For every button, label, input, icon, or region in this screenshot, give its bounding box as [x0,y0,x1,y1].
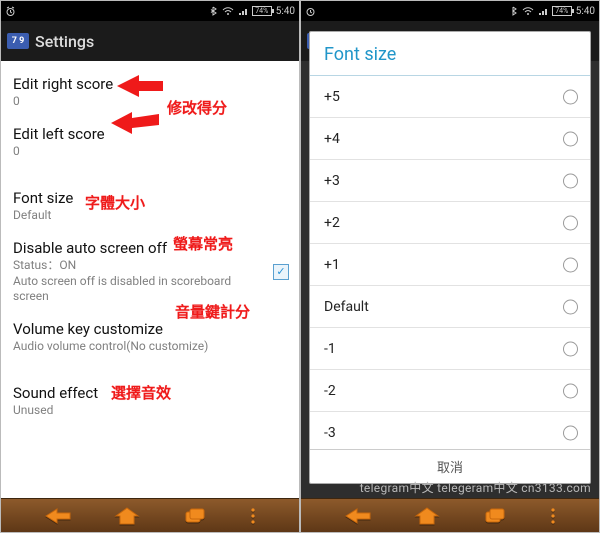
setting-label: Sound effect [13,384,287,402]
bottom-nav [1,498,299,532]
radio-icon[interactable] [563,383,578,398]
edit-right-score-item[interactable]: Edit right score 0 [1,67,299,117]
option-label: +2 [324,215,340,231]
option-label: -2 [324,383,336,399]
wifi-icon [222,6,234,16]
radio-icon[interactable] [563,257,578,272]
option-label: -3 [324,425,336,441]
setting-desc: Auto screen off is disabled in scoreboar… [13,274,265,304]
radio-icon[interactable] [563,131,578,146]
options-list: +5 +4 +3 +2 +1 Default -1 -2 -3 [310,76,590,449]
radio-icon[interactable] [563,215,578,230]
status-bar: 74% 5:40 [301,1,599,21]
font-size-dialog: Font size +5 +4 +3 +2 +1 Default -1 -2 -3 取消 [309,31,591,484]
font-size-option[interactable]: -3 [310,412,590,449]
radio-icon[interactable] [563,89,578,104]
setting-value: 0 [13,94,287,109]
radio-icon[interactable] [563,299,578,314]
settings-list: Edit right score 0 Edit left score 0 Fon… [1,61,299,498]
cancel-button[interactable]: 取消 [310,449,590,483]
font-size-option[interactable]: Default [310,286,590,328]
setting-label: Disable auto screen off [13,239,265,257]
alarm-icon [305,6,316,17]
bluetooth-icon [210,6,218,17]
alarm-icon [5,6,16,17]
setting-label: Volume key customize [13,320,287,338]
screen-right-fontsize-dialog: 74% 5:40 7 9 Font size +5+4+3+2+1Default… [300,0,600,533]
option-label: +1 [324,257,340,273]
recent-button[interactable] [182,506,208,526]
recent-button[interactable] [482,506,508,526]
edit-left-score-item[interactable]: Edit left score 0 [1,117,299,167]
option-label: +4 [324,131,340,147]
signal-icon [538,6,548,16]
signal-icon [238,6,248,16]
setting-status: Status：ON [13,258,265,273]
menu-button[interactable] [249,506,257,526]
setting-value: Default [13,208,287,223]
volume-key-customize-item[interactable]: Volume key customize Audio volume contro… [1,312,299,362]
disable-auto-screen-off-item[interactable]: Disable auto screen off Status：ON Auto s… [1,231,299,312]
home-button[interactable] [414,506,440,526]
battery-indicator: 74% [252,6,272,16]
clock-text: 5:40 [276,6,295,17]
bluetooth-icon [510,6,518,17]
checkbox-icon[interactable] [273,264,289,280]
font-size-option[interactable]: -1 [310,328,590,370]
option-label: +3 [324,173,340,189]
font-size-option[interactable]: +2 [310,202,590,244]
radio-icon[interactable] [563,173,578,188]
option-label: +5 [324,89,340,105]
font-size-option[interactable]: +3 [310,160,590,202]
screen-left-settings: 74% 5:40 7 9 Settings Edit right score 0… [0,0,300,533]
app-bar: 7 9 Settings [1,21,299,61]
font-size-item[interactable]: Font size Default [1,167,299,231]
setting-value: Unused [13,403,287,418]
radio-icon[interactable] [563,425,578,440]
font-size-option[interactable]: -2 [310,370,590,412]
setting-label: Font size [13,189,287,207]
bottom-nav [301,498,599,532]
sound-effect-item[interactable]: Sound effect Unused [1,362,299,426]
setting-value: 0 [13,144,287,159]
home-button[interactable] [114,506,140,526]
back-button[interactable] [343,506,373,526]
radio-icon[interactable] [563,341,578,356]
option-label: -1 [324,341,336,357]
wifi-icon [522,6,534,16]
font-size-option[interactable]: +1 [310,244,590,286]
battery-indicator: 74% [552,6,572,16]
setting-label: Edit right score [13,75,287,93]
clock-text: 5:40 [576,6,595,17]
font-size-option[interactable]: +5 [310,76,590,118]
app-title: Settings [35,32,94,51]
back-button[interactable] [43,506,73,526]
font-size-option[interactable]: +4 [310,118,590,160]
status-bar: 74% 5:40 [1,1,299,21]
setting-desc: Audio volume control(No customize) [13,339,287,354]
setting-label: Edit left score [13,125,287,143]
option-label: Default [324,299,369,315]
app-logo-icon: 7 9 [7,33,29,49]
menu-button[interactable] [549,506,557,526]
dialog-title: Font size [310,32,590,75]
